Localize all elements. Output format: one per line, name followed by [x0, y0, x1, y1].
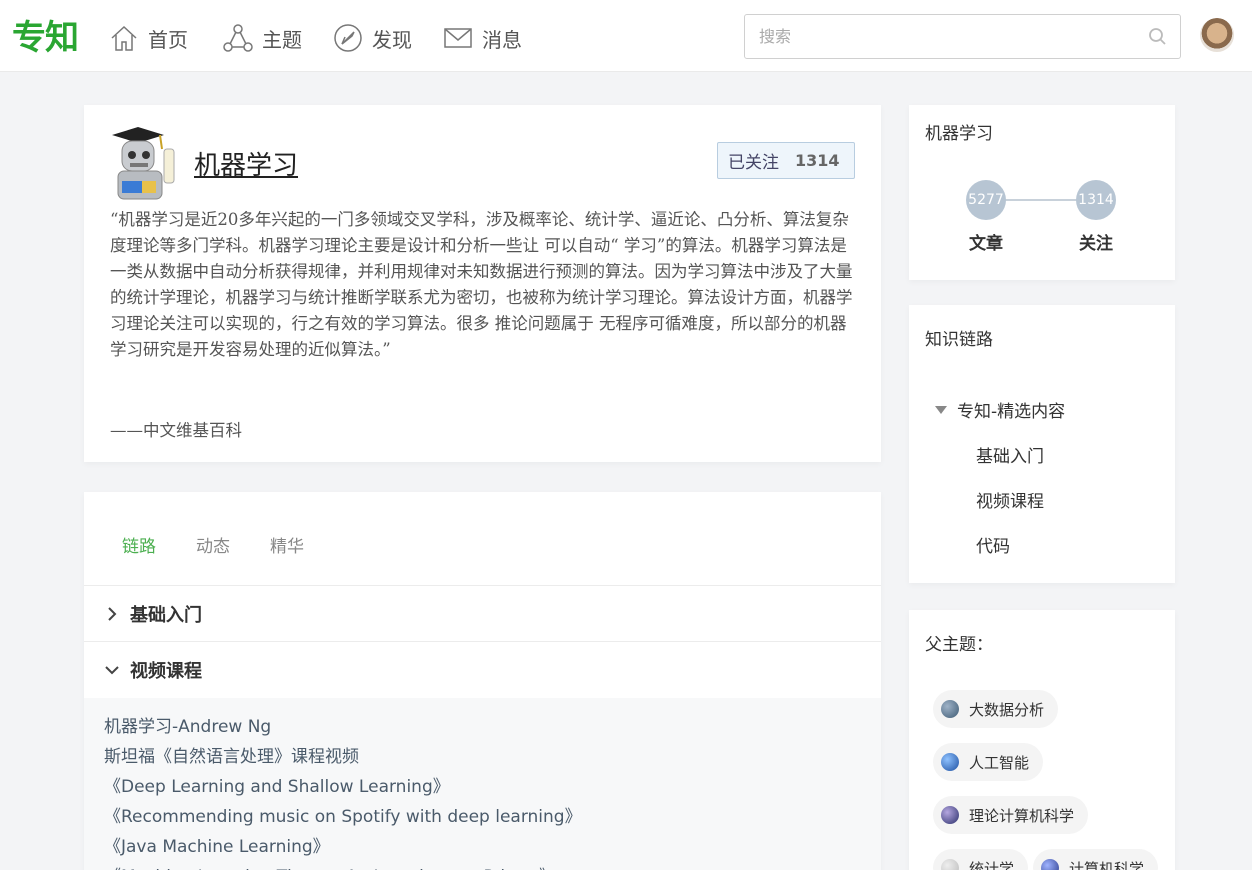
knowledge-chain-card: 知识链路 专知-精选内容 基础入门 视频课程 代码 [909, 305, 1175, 583]
tree-root-label: 专知-精选内容 [957, 402, 1066, 422]
course-link[interactable]: 机器学习-Andrew Ng [104, 712, 881, 742]
tree-root-item[interactable]: 专知-精选内容 [935, 397, 1065, 422]
tree-child-item[interactable]: 视频课程 [976, 487, 1044, 512]
parent-topics-title: 父主题： [925, 635, 993, 655]
parent-topic-chip[interactable]: 理论计算机科学 [933, 796, 1089, 834]
section-basics[interactable]: 基础入门 [84, 585, 881, 641]
parent-topic-chip[interactable]: 统计学 [933, 849, 1029, 870]
tab-activity[interactable]: 动态 [196, 532, 230, 557]
search-input[interactable] [745, 15, 1125, 58]
topic-content-card: 链路 动态 精华 基础入门 视频课程 机器学习-Andrew Ng 斯坦福《自然… [84, 492, 881, 870]
articles-count[interactable]: 5277 [966, 180, 1006, 220]
chip-label: 计算机科学 [1069, 859, 1145, 870]
caret-down-icon [935, 405, 947, 414]
compass-icon [334, 24, 362, 52]
globe-icon [941, 859, 959, 870]
section-label: 视频课程 [130, 660, 202, 682]
followers-count[interactable]: 1314 [1076, 180, 1116, 220]
course-link[interactable]: 斯坦福《自然语言处理》课程视频 [104, 742, 881, 772]
chip-label: 统计学 [969, 859, 1015, 870]
stats-card-title: 机器学习 [925, 124, 993, 144]
tab-featured[interactable]: 精华 [270, 532, 304, 557]
course-link[interactable]: 《Deep Learning and Shallow Learning》 [104, 772, 881, 802]
robot-graduate-icon [112, 127, 175, 200]
mail-icon [444, 28, 472, 48]
nav-item-label: 主题 [262, 27, 302, 52]
nav-item-label: 首页 [148, 27, 188, 52]
course-link[interactable]: 《Machine Learning Theory: An Introductor… [104, 862, 881, 870]
search-icon[interactable] [1148, 27, 1168, 47]
tab-links[interactable]: 链路 [122, 532, 156, 557]
globe-icon [1041, 859, 1059, 870]
chip-label: 大数据分析 [969, 700, 1045, 719]
topic-stats-card: 机器学习 5277 1314 文章 关注 [909, 105, 1175, 280]
topic-description: “机器学习是近20多年兴起的一门多领域交叉学科，涉及概率论、统计学、逼近论、凸分… [110, 210, 853, 359]
parent-topic-chip[interactable]: 计算机科学 [1033, 849, 1159, 870]
articles-label: 文章 [969, 234, 1003, 254]
nav-item-messages[interactable]: 消息 [442, 20, 522, 56]
tree-child-item[interactable]: 代码 [976, 532, 1010, 557]
course-link[interactable]: 《Java Machine Learning》 [104, 832, 881, 862]
globe-icon [941, 753, 959, 771]
section-video-courses[interactable]: 视频课程 [84, 641, 881, 697]
nav-item-topics[interactable]: 主题 [222, 20, 302, 56]
chip-label: 理论计算机科学 [969, 806, 1075, 825]
section-label: 基础入门 [130, 604, 202, 626]
globe-icon [941, 700, 959, 718]
nav-item-home[interactable]: 首页 [108, 20, 188, 56]
home-icon [111, 25, 137, 51]
followers-label: 关注 [1079, 234, 1113, 254]
topic-icon [223, 24, 253, 52]
user-avatar[interactable] [1200, 18, 1234, 52]
parent-topics-card: 父主题： 大数据分析 人工智能 理论计算机科学 统计学 计算机科学 [909, 610, 1175, 870]
site-logo[interactable]: 专知 [12, 10, 79, 59]
globe-icon [941, 806, 959, 824]
knowledge-chain-title: 知识链路 [925, 330, 993, 350]
follow-label: 已关注 [728, 153, 779, 173]
topic-title[interactable]: 机器学习 [194, 145, 298, 182]
nav-item-label: 发现 [372, 27, 412, 52]
chevron-down-icon [105, 665, 119, 674]
chip-label: 人工智能 [969, 753, 1030, 772]
topic-header-card: 机器学习 已关注 1314 “机器学习是近20多年兴起的一门多领域交叉学科，涉及… [84, 105, 881, 462]
nav-item-discover[interactable]: 发现 [332, 20, 412, 56]
tab-bar: 链路 动态 精华 [122, 532, 304, 557]
video-course-links: 机器学习-Andrew Ng 斯坦福《自然语言处理》课程视频 《Deep Lea… [84, 698, 881, 870]
parent-topic-chip[interactable]: 大数据分析 [933, 690, 1059, 728]
follow-button[interactable]: 已关注 1314 [717, 142, 855, 179]
tree-child-item[interactable]: 基础入门 [976, 442, 1044, 467]
chevron-right-icon [108, 606, 117, 621]
top-navigation-bar: 专知 首页 主题 发现 消息 [0, 0, 1252, 72]
course-link[interactable]: 《Recommending music on Spotify with deep… [104, 802, 881, 832]
nav-item-label: 消息 [482, 27, 522, 52]
topic-source: ——中文维基百科 [110, 421, 242, 440]
search-box [744, 14, 1181, 59]
parent-topic-chip[interactable]: 人工智能 [933, 743, 1044, 781]
follow-count: 1314 [795, 151, 840, 170]
